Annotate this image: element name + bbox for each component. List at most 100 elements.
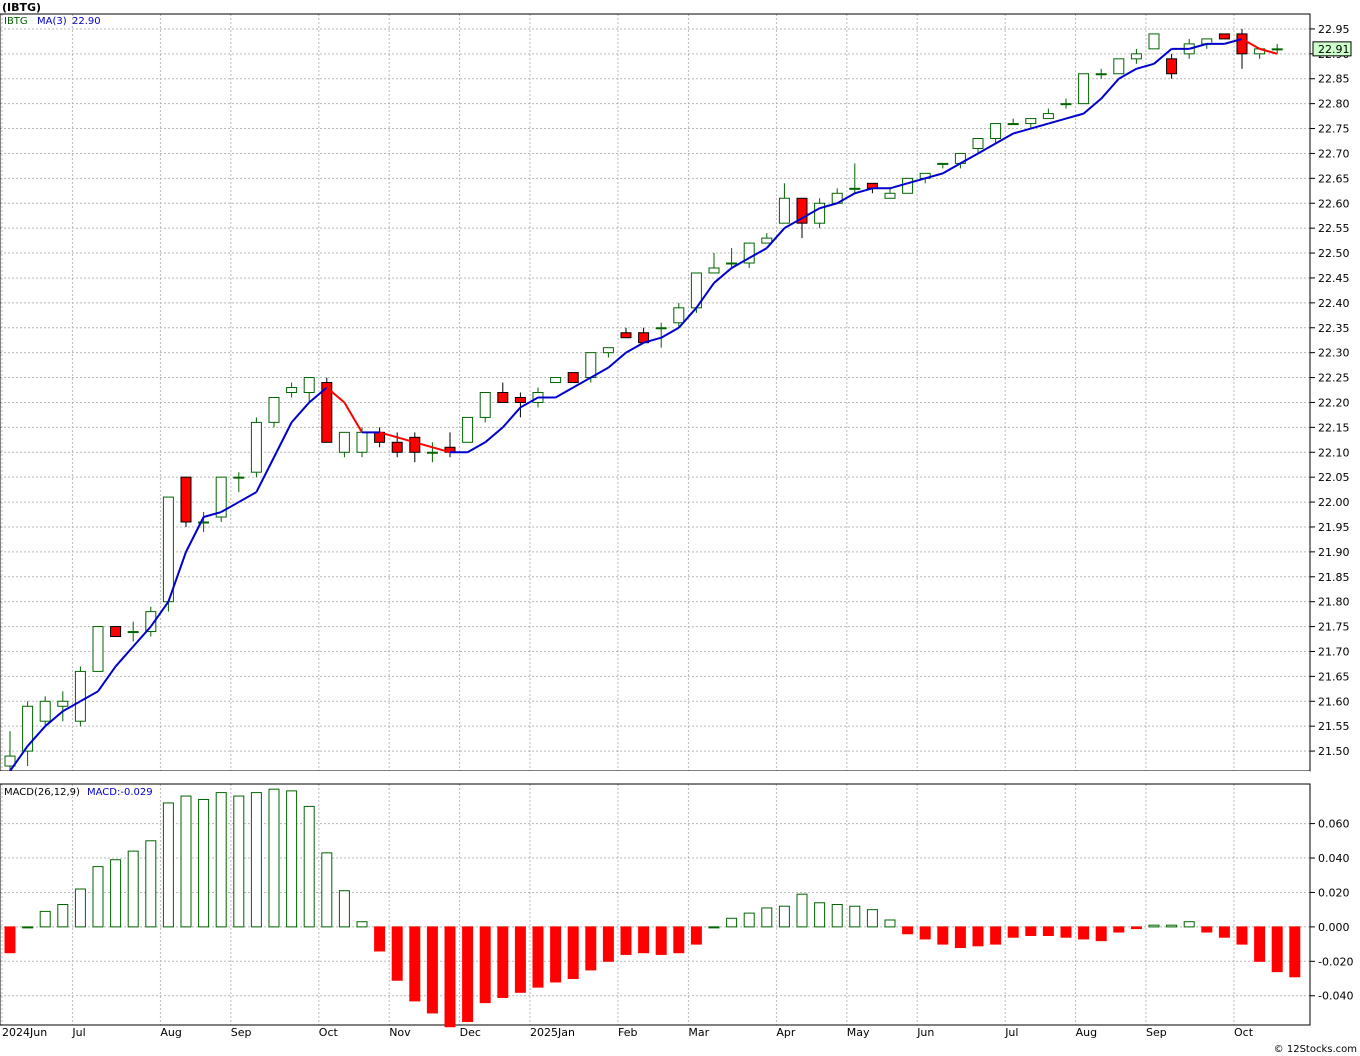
candle <box>268 396 280 428</box>
candle-body <box>1113 58 1125 75</box>
macd-x-tick-label: Apr <box>776 1026 796 1039</box>
candle-body <box>550 377 562 384</box>
macd-y-tick-label: 0.060 <box>1318 818 1350 831</box>
macd-bar <box>884 919 896 928</box>
candle-body <box>761 237 773 244</box>
candle-body <box>1236 33 1248 55</box>
price-y-tick-label: 22.40 <box>1318 297 1350 310</box>
macd-x-tick-label: Oct <box>319 1026 339 1039</box>
candle <box>708 253 720 274</box>
macd-bar <box>268 788 280 928</box>
price-y-tick-label: 22.60 <box>1318 197 1350 210</box>
macd-x-tick-label: Jul <box>71 1026 85 1039</box>
candle-body <box>127 631 139 634</box>
candle-body <box>972 138 984 149</box>
candle-body <box>1042 113 1054 120</box>
candle <box>1130 48 1142 64</box>
macd-bar <box>655 926 667 955</box>
macd-bar <box>550 926 562 983</box>
macd-bar <box>1183 921 1195 928</box>
candle <box>884 188 896 199</box>
candle-body <box>338 431 350 453</box>
price-y-tick-label: 22.70 <box>1318 147 1350 160</box>
macd-bar <box>1025 926 1037 936</box>
candle <box>110 626 122 638</box>
macd-y-tick-label: 0.040 <box>1318 852 1350 865</box>
candle-body <box>462 416 474 443</box>
macd-legend-label: MACD(26,12,9) <box>4 787 80 798</box>
ma-segment <box>502 406 522 429</box>
candle <box>1060 98 1072 109</box>
macd-bar <box>1113 926 1125 933</box>
candle-body <box>250 421 262 473</box>
candle <box>233 472 245 493</box>
price-y-tick-label: 22.10 <box>1318 446 1350 459</box>
macd-bar <box>761 907 773 928</box>
ma-segment <box>290 401 310 424</box>
price-y-tick-label: 21.95 <box>1318 521 1350 534</box>
macd-bar <box>831 904 843 928</box>
macd-bar <box>620 926 632 955</box>
ma-legend-label: MA(3) <box>37 16 67 27</box>
candle-body <box>849 187 861 190</box>
macd-y-tick-label: -0.040 <box>1318 990 1353 1003</box>
macd-bar <box>391 926 403 981</box>
price-frame <box>0 13 1311 772</box>
macd-bar <box>426 926 438 1014</box>
price-y-tick-label: 22.30 <box>1318 347 1350 360</box>
macd-bar <box>462 926 474 1023</box>
macd-bar <box>374 926 386 952</box>
macd-bar <box>1060 926 1072 938</box>
macd-x-tick-label: 2025Jan <box>530 1026 575 1039</box>
price-y-tick-label: 22.65 <box>1318 172 1350 185</box>
macd-x-tick-label: Nov <box>389 1026 411 1039</box>
candle <box>92 626 104 672</box>
candle-body <box>497 392 509 403</box>
candle-body <box>567 372 579 384</box>
candle-body <box>514 396 526 403</box>
price-y-tick-label: 22.15 <box>1318 421 1350 434</box>
candle-body <box>57 700 69 707</box>
price-y-tick-label: 22.00 <box>1318 496 1350 509</box>
price-y-tick-label: 22.95 <box>1318 23 1350 36</box>
price-y-tick-label: 21.75 <box>1318 621 1350 634</box>
macd-bar <box>972 926 984 947</box>
macd-bar <box>479 926 491 1004</box>
macd-panel: 0.060 0.040 0.020 0.000 -0.020 -0.040 2024Jun… <box>0 783 1353 1039</box>
price-ma-line <box>9 37 1278 772</box>
candle <box>937 162 949 169</box>
candle-body <box>1148 33 1160 50</box>
macd-bar <box>303 805 315 928</box>
price-candles <box>4 28 1283 771</box>
ma-segment <box>1065 112 1084 120</box>
candle <box>497 382 509 403</box>
candle <box>620 327 632 339</box>
ma-segment <box>1030 122 1049 130</box>
candle <box>462 416 474 443</box>
price-y-tick-label: 21.70 <box>1318 645 1350 658</box>
candle <box>479 392 491 423</box>
ma-legend-value: 22.90 <box>72 16 101 27</box>
macd-bar <box>1007 926 1019 938</box>
candle-body <box>778 197 790 224</box>
candle <box>1095 68 1107 79</box>
macd-x-tick-label: Feb <box>618 1026 637 1039</box>
macd-legend-value: MACD:-0.029 <box>87 787 153 798</box>
candle-body <box>92 626 104 672</box>
macd-bar <box>145 840 157 928</box>
candle <box>127 621 139 642</box>
macd-bar <box>57 904 69 928</box>
ma-segment <box>114 645 134 668</box>
ma-segment <box>1048 117 1067 125</box>
price-y-tick-label: 21.50 <box>1318 745 1350 758</box>
macd-x-tick-label: Sep <box>1146 1026 1167 1039</box>
candle-body <box>268 396 280 423</box>
candle-body <box>1095 73 1107 76</box>
macd-bar <box>849 905 861 928</box>
macd-bar <box>1148 924 1160 928</box>
macd-bar <box>74 888 86 928</box>
price-y-tick-label: 22.80 <box>1318 98 1350 111</box>
macd-bar <box>92 866 104 928</box>
macd-bar <box>638 926 650 954</box>
candle-body <box>585 352 597 379</box>
